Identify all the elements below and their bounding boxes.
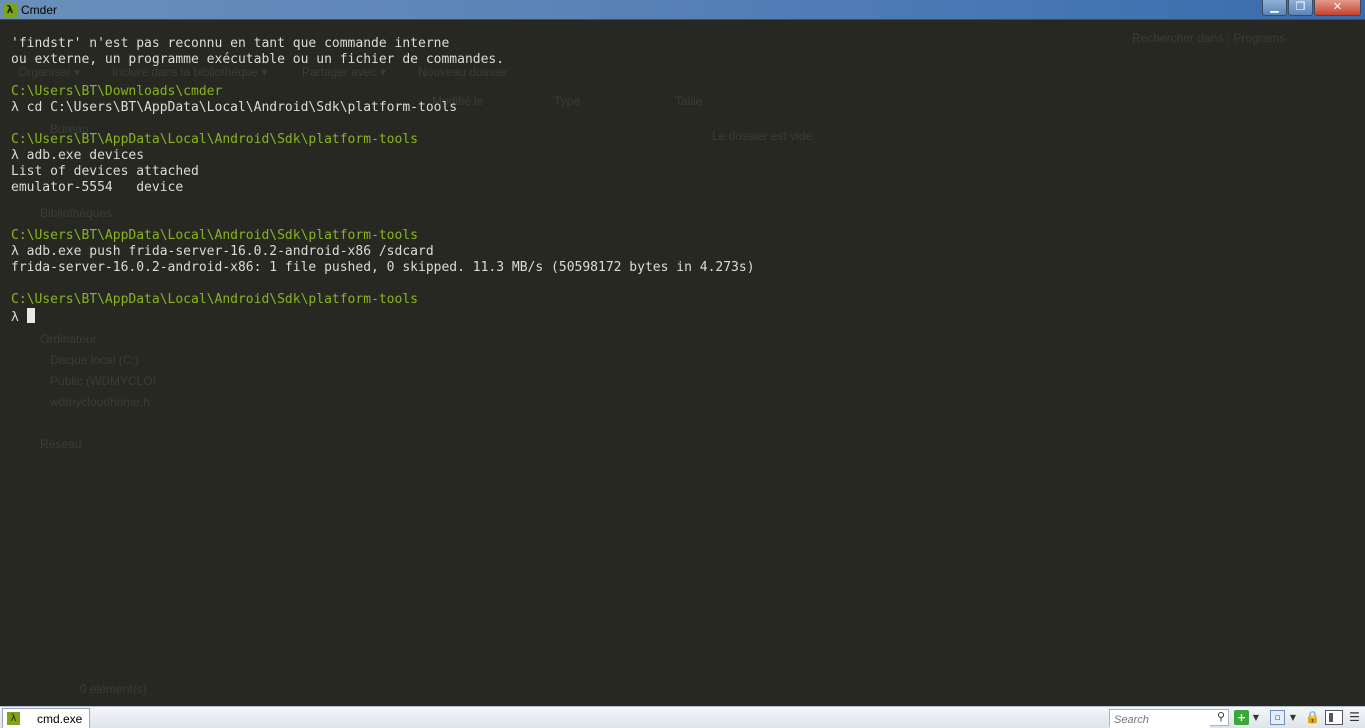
split-pane-icon[interactable] [1325, 710, 1343, 725]
chevron-down-icon[interactable]: ▼ [1288, 710, 1298, 725]
menu-icon[interactable]: ☰ [1347, 710, 1362, 725]
minimize-button[interactable]: ▁ [1262, 0, 1287, 16]
view-icon[interactable]: ▫ [1270, 710, 1285, 725]
prompt-path: C:\Users\BT\Downloads\cmder [11, 84, 223, 99]
new-console-icon[interactable]: + [1234, 710, 1249, 725]
close-button[interactable]: ✕ [1314, 0, 1361, 16]
chevron-down-icon[interactable]: ▼ [1251, 710, 1261, 725]
title-bar[interactable]: λ Cmder ▁ ❐ ✕ [0, 0, 1365, 20]
terminal-output[interactable]: 'findstr' n'est pas reconnu en tant que … [11, 36, 1351, 696]
terminal-line: ou externe, un programme exécutable ou u… [11, 52, 505, 67]
terminal-line: emulator-5554 device [11, 180, 184, 195]
terminal-line: List of devices attached [11, 164, 199, 179]
maximize-button[interactable]: ❐ [1288, 0, 1313, 16]
cmder-lambda-icon: λ [3, 3, 17, 17]
command-line: λ cd C:\Users\BT\AppData\Local\Android\S… [11, 100, 458, 115]
tab-label: cmd.exe [37, 712, 83, 726]
cmder-lambda-icon: λ [7, 712, 20, 725]
terminal-line: 'findstr' n'est pas reconnu en tant que … [11, 36, 450, 51]
prompt-path: C:\Users\BT\AppData\Local\Android\Sdk\pl… [11, 228, 418, 243]
command-line: λ adb.exe devices [11, 148, 145, 163]
prompt-path: C:\Users\BT\AppData\Local\Android\Sdk\pl… [11, 292, 418, 307]
tab-cmd[interactable]: λ cmd.exe [2, 708, 90, 728]
terminal-line: frida-server-16.0.2-android-x86: 1 file … [11, 260, 755, 275]
text-cursor [26, 308, 35, 323]
prompt-symbol: λ [11, 310, 27, 325]
lock-icon[interactable]: 🔒 [1305, 710, 1320, 725]
search-icon[interactable]: ⚲ [1217, 710, 1225, 723]
search-input[interactable] [1110, 712, 1210, 728]
prompt-path: C:\Users\BT\AppData\Local\Android\Sdk\pl… [11, 132, 418, 147]
search-box: ⚲ [1109, 709, 1229, 728]
window-title: Cmder [21, 3, 58, 17]
command-line: λ adb.exe push frida-server-16.0.2-andro… [11, 244, 434, 259]
status-bar: λ cmd.exe ⚲ + ▼ ▫ ▼ 🔒 ☰ [0, 706, 1365, 728]
active-prompt[interactable]: λ [11, 308, 1351, 325]
